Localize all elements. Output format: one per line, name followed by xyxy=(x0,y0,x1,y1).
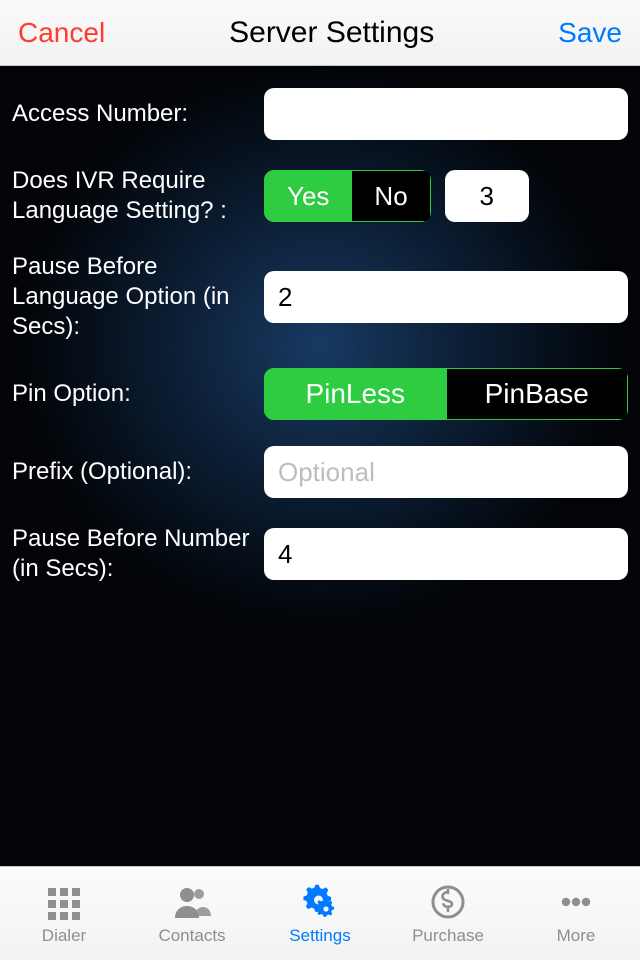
ivr-language-number-input[interactable] xyxy=(445,170,529,222)
pause-language-label: Pause Before Language Option (in Secs): xyxy=(12,252,264,342)
prefix-input[interactable] xyxy=(264,446,628,498)
ivr-language-label: Does IVR Require Language Setting? : xyxy=(12,166,264,226)
purchase-icon xyxy=(428,882,468,922)
tab-purchase-label: Purchase xyxy=(412,926,484,946)
access-number-label: Access Number: xyxy=(12,99,264,129)
pin-option-toggle[interactable]: PinLess PinBase xyxy=(264,368,628,420)
pin-option-label: Pin Option: xyxy=(12,379,264,409)
tab-bar: Dialer Contacts Settings xyxy=(0,866,640,960)
pause-language-input[interactable] xyxy=(264,271,628,323)
tab-settings[interactable]: Settings xyxy=(256,867,384,960)
contacts-icon xyxy=(172,882,212,922)
tab-contacts[interactable]: Contacts xyxy=(128,867,256,960)
ivr-no-option[interactable]: No xyxy=(352,170,430,222)
tab-more[interactable]: More xyxy=(512,867,640,960)
page-title: Server Settings xyxy=(229,16,434,50)
pinbase-option[interactable]: PinBase xyxy=(447,368,629,420)
save-button[interactable]: Save xyxy=(558,17,622,49)
tab-dialer-label: Dialer xyxy=(42,926,86,946)
more-icon xyxy=(556,882,596,922)
navbar: Cancel Server Settings Save xyxy=(0,0,640,66)
access-number-input[interactable] xyxy=(264,88,628,140)
tab-more-label: More xyxy=(557,926,596,946)
pinless-option[interactable]: PinLess xyxy=(264,368,447,420)
tab-purchase[interactable]: Purchase xyxy=(384,867,512,960)
tab-contacts-label: Contacts xyxy=(158,926,225,946)
settings-icon xyxy=(300,882,340,922)
ivr-yes-option[interactable]: Yes xyxy=(264,170,352,222)
dialer-icon xyxy=(44,882,84,922)
prefix-label: Prefix (Optional): xyxy=(12,457,264,487)
tab-dialer[interactable]: Dialer xyxy=(0,867,128,960)
pause-number-label: Pause Before Number (in Secs): xyxy=(12,524,264,584)
tab-settings-label: Settings xyxy=(289,926,350,946)
cancel-button[interactable]: Cancel xyxy=(18,17,105,49)
pause-number-input[interactable] xyxy=(264,528,628,580)
settings-form: Access Number: Does IVR Require Language… xyxy=(0,66,640,866)
ivr-language-toggle[interactable]: Yes No xyxy=(264,170,431,222)
